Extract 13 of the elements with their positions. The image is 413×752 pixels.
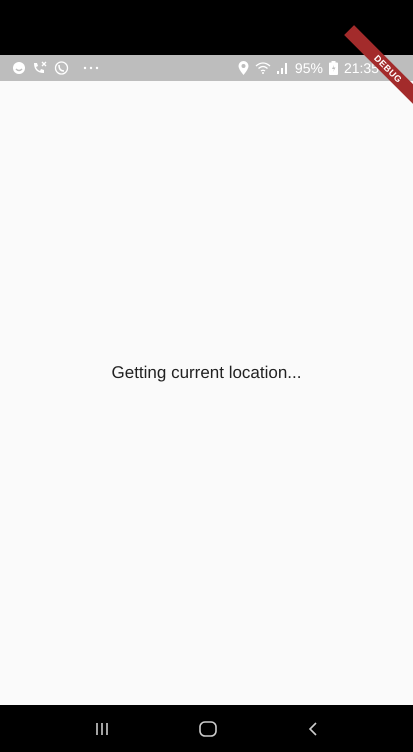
smiley-icon <box>12 61 26 75</box>
home-icon[interactable] <box>199 720 218 736</box>
battery-icon <box>328 61 338 75</box>
signal-icon <box>276 62 289 74</box>
loading-message: Getting current location... <box>112 363 302 383</box>
location-pin-icon <box>238 61 249 75</box>
wifi-icon <box>254 62 271 74</box>
recent-apps-icon[interactable] <box>95 722 110 736</box>
missed-call-icon <box>32 61 48 75</box>
chat-phone-icon <box>54 60 69 76</box>
battery-percentage: 95% <box>294 60 323 76</box>
more-dots-icon <box>83 66 99 70</box>
back-icon[interactable] <box>308 720 318 736</box>
